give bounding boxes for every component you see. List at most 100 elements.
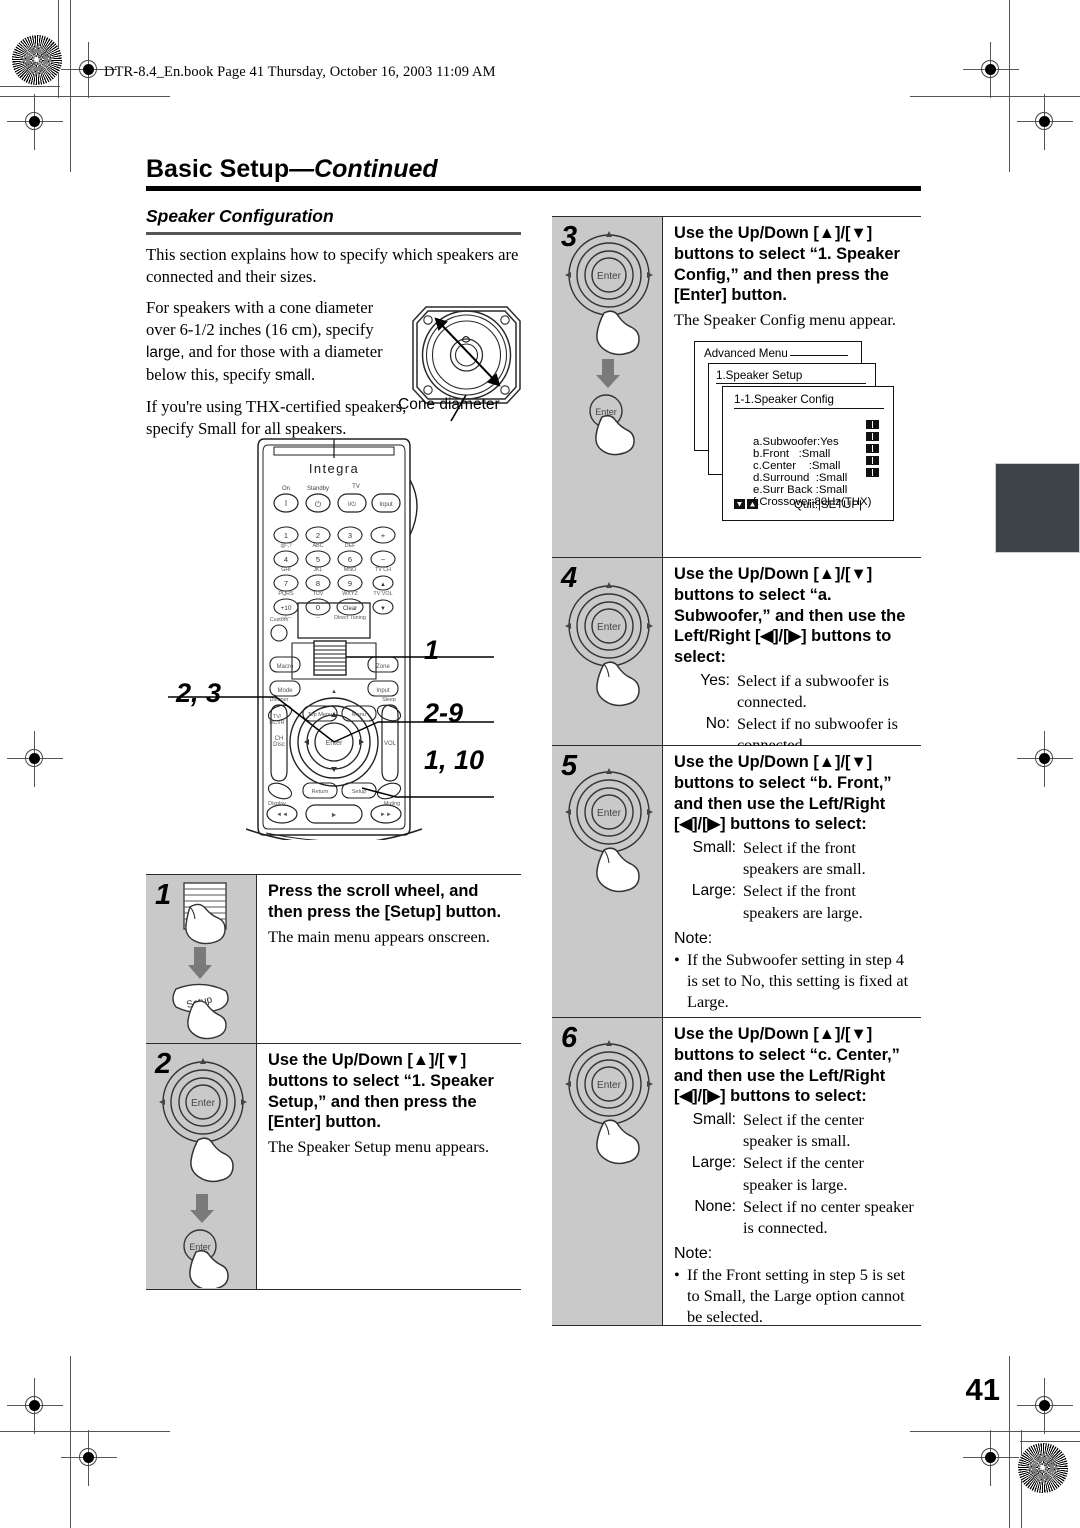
osd-menu-stack: Advanced Menu 1.Speaker Setup 1-1.Speake… xyxy=(694,341,914,546)
step-1-illustration: Setup xyxy=(172,882,229,1040)
step-3-note: The Speaker Config menu appear. xyxy=(674,310,896,330)
remote-callout-2-3: 2, 3 xyxy=(176,678,222,708)
svg-text:4: 4 xyxy=(284,555,288,564)
step-5-option-1-key: Large: xyxy=(691,882,736,900)
hand-pointer-icon xyxy=(596,310,640,356)
svg-text:Enter: Enter xyxy=(191,1098,216,1109)
svg-text:3: 3 xyxy=(348,531,352,540)
remote-callout-1: 1 xyxy=(424,635,440,665)
step-5-note-head: Note: xyxy=(674,929,713,947)
svg-text:Menu: Menu xyxy=(352,712,366,718)
step-5-option-0-value: Select if the front speakers are small. xyxy=(743,839,866,879)
svg-text:►: ► xyxy=(331,812,338,819)
svg-text:⏻: ⏻ xyxy=(315,500,322,509)
step-block-3: 3 Enter Enter Use the Up/Down [▲]/[▼] bu… xyxy=(552,216,921,558)
svg-text:−: − xyxy=(381,555,386,564)
svg-text:TUV: TUV xyxy=(313,591,324,597)
step-5-option-1-value: Select if the front speakers are large. xyxy=(743,882,863,922)
svg-text:Top Menu: Top Menu xyxy=(308,712,333,718)
crop-line-top-left-h2 xyxy=(0,86,60,88)
svg-text:Sleep: Sleep xyxy=(382,697,396,703)
step-1-lead: Press the scroll wheel, and then press t… xyxy=(268,882,502,921)
step-2-icon-panel: 2 Enter Enter xyxy=(146,1044,257,1289)
remote-control-drawing: Integra On Standby TV I ⏻ I/⏻ Input 1 2 … xyxy=(168,438,494,846)
step-3-lead: Use the Up/Down [▲]/[▼] buttons to selec… xyxy=(674,224,900,305)
svg-text:@-,'/: @-,'/ xyxy=(280,543,292,549)
remote-control-illustration: Integra On Standby TV I ⏻ I/⏻ Input 1 2 … xyxy=(146,425,526,846)
bullet-glyph: • xyxy=(674,1264,680,1284)
step-6-option-2: None: Select if no center speaker is con… xyxy=(674,1197,915,1239)
svg-text:▼: ▼ xyxy=(380,606,386,612)
svg-text:Input: Input xyxy=(376,688,390,694)
crop-line-top-left-v xyxy=(70,0,72,172)
svg-text:VOL: VOL xyxy=(384,741,397,747)
section-paragraph-2: For speakers with a cone diameter over 6… xyxy=(146,297,396,387)
step-5-note-bullet-0-text: If the Subwoofer setting in step 4 is se… xyxy=(687,949,909,1011)
step-1-note: The main menu appears onscreen. xyxy=(268,926,490,946)
crop-line-top-right-h xyxy=(910,96,1080,98)
svg-text:5: 5 xyxy=(316,555,320,564)
svg-text:Setup: Setup xyxy=(352,789,367,795)
section-rule xyxy=(146,232,521,235)
down-arrow-icon xyxy=(188,947,212,979)
page-number: 41 xyxy=(965,1372,1000,1407)
left-right-indicator-3 xyxy=(866,456,880,465)
svg-text:Enter: Enter xyxy=(597,808,622,819)
crop-line-bottom-right-h xyxy=(910,1430,1080,1432)
starburst-mark-top-left xyxy=(12,35,62,85)
registration-mark-bottom-left xyxy=(61,1430,117,1486)
svg-text:Input: Input xyxy=(379,502,393,508)
remote-callout-2-9: 2-9 xyxy=(424,698,464,728)
left-right-indicator-4 xyxy=(866,468,880,477)
registration-mark-top-left xyxy=(61,42,117,98)
step-6-note-head: Note: xyxy=(674,1244,713,1262)
svg-text:Return: Return xyxy=(312,789,329,795)
hand-pointer-icon-2 xyxy=(189,1249,229,1288)
step-block-1: 1 Setup Press the scrol xyxy=(146,874,521,1044)
svg-text:Integra: Integra xyxy=(309,461,359,476)
step-5-note-bullet-0: • If the Subwoofer setting in step 4 is … xyxy=(674,949,915,1013)
crop-line-bottom-right-v2 xyxy=(1020,1430,1022,1528)
remote-callout-1-10: 1, 10 xyxy=(424,745,485,775)
step-3-illustration: Enter Enter xyxy=(565,231,653,456)
para2-part-c: . xyxy=(310,365,316,385)
page-title: Basic Setup—Continued xyxy=(146,155,921,184)
osd-title-speaker-setup: 1.Speaker Setup xyxy=(716,369,803,382)
step-6-icon-panel: 6 Enter xyxy=(552,1018,663,1325)
registration-mark-right-middle xyxy=(1017,731,1073,787)
step-5-icon-panel: 5 Enter xyxy=(552,746,663,1017)
step-6-option-0-key: Small: xyxy=(692,1111,736,1129)
left-right-indicator-0 xyxy=(866,420,880,429)
bullet-glyph: • xyxy=(674,949,680,969)
svg-text:JKL: JKL xyxy=(313,567,322,573)
svg-text:--: -- xyxy=(316,615,320,621)
osd-title-advanced-menu: Advanced Menu xyxy=(704,347,788,360)
left-right-indicator-2 xyxy=(866,444,880,453)
svg-text:Mode: Mode xyxy=(277,688,293,694)
hand-pointer-icon-2 xyxy=(595,414,635,456)
svg-text:TV VOL: TV VOL xyxy=(373,591,392,597)
cone-diameter-label: Cone diameter xyxy=(398,396,500,413)
step-5-body: Use the Up/Down [▲]/[▼] buttons to selec… xyxy=(674,752,915,1012)
step-block-4: 4 Enter Use the Up/Down [▲]/[▼] buttons … xyxy=(552,558,921,754)
step-6-note-bullet-0-text: If the Front setting in step 5 is set to… xyxy=(687,1264,905,1327)
svg-text:Zone: Zone xyxy=(376,664,390,670)
thumb-tab-marker xyxy=(995,463,1080,553)
svg-text:TV: TV xyxy=(352,484,360,490)
step-2-lead: Use the Up/Down [▲]/[▼] buttons to selec… xyxy=(268,1051,494,1132)
svg-text:MNO: MNO xyxy=(344,567,357,573)
svg-text:ABC: ABC xyxy=(312,543,323,549)
step-6-body: Use the Up/Down [▲]/[▼] buttons to selec… xyxy=(674,1024,915,1327)
osd-rule-1 xyxy=(790,355,848,357)
crop-line-bottom-left-v xyxy=(70,1356,72,1528)
crop-line-top-left-h xyxy=(0,96,170,98)
svg-text:+10: +10 xyxy=(280,605,291,612)
hand-pointer-icon xyxy=(190,1137,234,1183)
crop-line-top-left-v2 xyxy=(58,0,60,98)
svg-text:9: 9 xyxy=(348,579,352,588)
step-6-option-2-value: Select if no center speaker is connected… xyxy=(743,1197,914,1237)
svg-text:TV CH: TV CH xyxy=(375,567,391,573)
starburst-mark-bottom-right xyxy=(1018,1443,1068,1493)
registration-mark-top-right-lower xyxy=(1017,94,1073,150)
crop-line-top-right-v xyxy=(1008,0,1010,172)
